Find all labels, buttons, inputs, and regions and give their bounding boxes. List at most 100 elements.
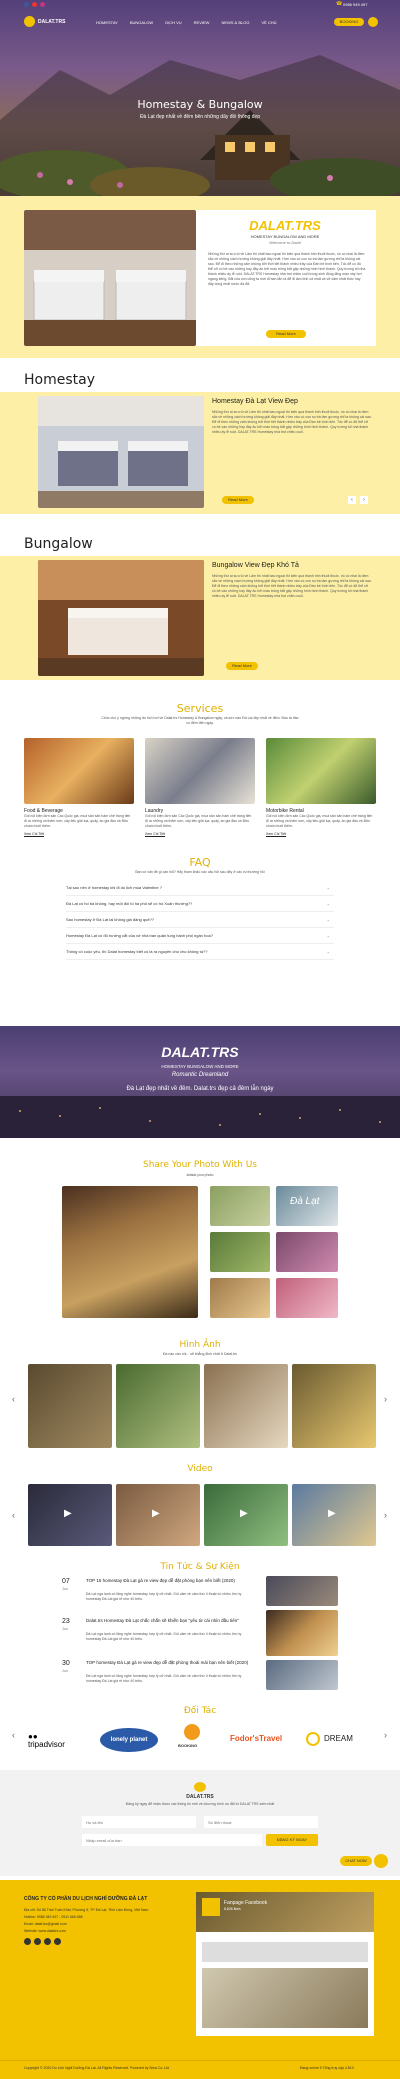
newsletter-name-field[interactable] <box>82 1816 196 1828</box>
cart-icon[interactable] <box>368 17 378 27</box>
nav-bungalow[interactable]: BUNGALOW <box>130 20 153 25</box>
homestay-read-more-button[interactable]: Read More <box>222 496 254 504</box>
footer-email[interactable]: Email: dalat.trs@gmail.com <box>24 1922 67 1927</box>
share-photo[interactable] <box>276 1278 338 1318</box>
gallery-title: Hình Ảnh <box>179 1340 221 1350</box>
nav-review[interactable]: REVIEW <box>194 20 210 25</box>
partner-logo-fodors[interactable]: Fodor'sTravel <box>230 1734 294 1743</box>
facebook-widget[interactable]: Fanpage Facebook 8,826 likes <box>196 1892 374 2036</box>
news-desc: Đà Lạt nga lạnh có lãng nghe homestay hợ… <box>86 1592 242 1601</box>
service-link[interactable]: Xem Chi Tiết <box>145 832 255 836</box>
partners-prev-arrow[interactable]: ‹ <box>12 1730 15 1740</box>
topbar-phone[interactable]: 0986 949 497 <box>343 2 367 7</box>
news-desc: Đà Lạt nga lạnh có lãng nghe homestay hợ… <box>86 1632 242 1641</box>
homestay-photo <box>38 396 204 508</box>
nav-about[interactable]: VỀ CHÚ <box>261 20 276 25</box>
partners-next-arrow[interactable]: › <box>384 1730 387 1740</box>
logo[interactable]: DALAT.TRS <box>38 19 65 25</box>
nav-news-blog[interactable]: NEWS & BLOG <box>221 20 249 25</box>
chevron-down-icon: ⌄ <box>326 949 330 954</box>
news-item[interactable]: 07 Jun TOP 15 homestay Đà Lạt gà re view… <box>62 1576 262 1616</box>
partner-logo-dream[interactable]: DREAM <box>306 1728 372 1752</box>
video-thumbnail[interactable]: ▶ <box>116 1484 200 1546</box>
gallery-prev-arrow[interactable]: ‹ <box>12 1394 15 1404</box>
bungalow-card-title: Bungalow View Đẹp Khó Tả <box>212 562 299 569</box>
news-title[interactable]: TOP 15 homestay Đà Lạt gà re view đẹp dễ… <box>86 1578 256 1584</box>
share-subtitle: #dalat.your.photo <box>186 1173 214 1177</box>
gallery-photo[interactable] <box>28 1364 112 1448</box>
news-title[interactable]: Dalat.trs Homestay Đà Lạt chắc chắn sẽ k… <box>86 1618 256 1624</box>
fb-post-image <box>202 1968 368 2028</box>
chevron-down-icon: ⌄ <box>326 917 330 922</box>
video-thumbnail[interactable]: ▶ <box>292 1484 376 1546</box>
share-title: Share Your Photo With Us <box>142 1160 257 1170</box>
newsletter-text: Đăng ký ngay để nhận được các thông tin … <box>125 1802 275 1806</box>
booking-button[interactable]: BOOKING <box>334 18 364 26</box>
share-photo[interactable] <box>210 1278 270 1318</box>
newsletter-phone-field[interactable] <box>204 1816 318 1828</box>
footer-website[interactable]: Website: www.dalattrs.com <box>24 1929 66 1934</box>
news-photo[interactable] <box>266 1660 338 1690</box>
video-thumbnail[interactable]: ▶ <box>204 1484 288 1546</box>
news-item[interactable]: 30 Jun TOP homestay Đà Lạt gà re view đẹ… <box>62 1658 262 1700</box>
faq-title: FAQ <box>189 856 211 869</box>
nav-services[interactable]: DỊCH VỤ <box>165 20 181 25</box>
faq-subtitle: Bạn có vấn đề gì cần hỏi? Hãy tham khảo … <box>135 870 265 874</box>
bungalow-read-more-button[interactable]: Read More <box>226 662 258 670</box>
service-link[interactable]: Xem Chi Tiết <box>266 832 376 836</box>
news-title[interactable]: TOP homestay Đà Lạt gà re view đẹp dễ đặ… <box>86 1660 256 1666</box>
share-photo[interactable] <box>210 1232 270 1272</box>
partner-logo-booking[interactable]: BOOKING <box>174 1724 210 1754</box>
homestay-section: Homestay Đà Lạt View Đẹp Những thứ ai sư… <box>0 392 400 514</box>
partner-logo-lonely-planet[interactable]: lonely planet <box>100 1728 158 1752</box>
instagram-icon[interactable] <box>44 1938 51 1945</box>
twitter-icon[interactable] <box>54 1938 61 1945</box>
homestay-next-arrow[interactable]: › <box>360 496 368 504</box>
newsletter-email-field[interactable] <box>82 1834 262 1846</box>
about-script: Welcome to Dalat <box>269 240 301 245</box>
share-photo[interactable] <box>210 1186 270 1226</box>
facebook-icon[interactable] <box>24 1938 31 1945</box>
youtube-icon[interactable] <box>32 2 37 7</box>
faq-item[interactable]: Thông có cuộc yêu, thì Dalat homestay bi… <box>66 944 334 960</box>
about-read-more-button[interactable]: Read More <box>266 330 306 338</box>
newsletter-subscribe-button[interactable]: ĐĂNG KÝ NGAY <box>266 1834 318 1846</box>
newsletter-logo-icon <box>194 1782 206 1792</box>
about-photo <box>24 210 196 346</box>
video-prev-arrow[interactable]: ‹ <box>12 1510 15 1520</box>
news-item[interactable]: 23 Jun Dalat.trs Homestay Đà Lạt chắc ch… <box>62 1616 262 1658</box>
homestay-prev-arrow[interactable]: ‹ <box>348 496 356 504</box>
fb-page-name[interactable]: Fanpage Facebook <box>224 1900 267 1906</box>
gallery-photo[interactable] <box>292 1364 376 1448</box>
play-icon: ▶ <box>240 1508 248 1519</box>
share-photo[interactable] <box>276 1232 338 1272</box>
facebook-icon[interactable] <box>24 2 29 7</box>
news-photo[interactable] <box>266 1576 338 1606</box>
banner-city-lights <box>0 1096 400 1138</box>
homestay-card-title: Homestay Đà Lạt View Đẹp <box>212 398 298 405</box>
chat-icon[interactable] <box>374 1854 388 1868</box>
banner-brand: DALAT.TRS <box>161 1044 239 1060</box>
faq-item[interactable]: Sao homestay ở Đà Lạt lại không giá đáng… <box>66 912 334 928</box>
share-photo-large[interactable] <box>62 1186 198 1318</box>
gallery-photo[interactable] <box>204 1364 288 1448</box>
instagram-icon[interactable] <box>40 2 45 7</box>
news-photo-large[interactable] <box>266 1610 338 1656</box>
faq-item[interactable]: Tại sao nên ở homestay khi đi du lịch mù… <box>66 880 334 896</box>
youtube-icon[interactable] <box>34 1938 41 1945</box>
video-next-arrow[interactable]: › <box>384 1510 387 1520</box>
gallery-photo[interactable] <box>116 1364 200 1448</box>
banner-tagline: HOMESTAY BUNGALOW AND MORE <box>161 1064 239 1069</box>
service-link[interactable]: Xem Chi Tiết <box>24 832 134 836</box>
night-banner <box>0 1026 400 1138</box>
gallery-next-arrow[interactable]: › <box>384 1394 387 1404</box>
service-item: Laundry Gối nội kiện đơn sản Các Quốc gi… <box>145 738 255 836</box>
video-thumbnail[interactable]: ▶ <box>28 1484 112 1546</box>
logo-icon[interactable] <box>24 16 35 27</box>
partner-logo-tripadvisor[interactable]: ●● tripadvisor <box>28 1730 88 1750</box>
chat-now-button[interactable]: CHAT NOW <box>340 1856 372 1866</box>
faq-item[interactable]: Đà Lạt có hố bà không, hay một đồi tố hà… <box>66 896 334 912</box>
about-tagline: HOMESTAY BUNGALOW AND MORE <box>250 234 320 239</box>
nav-homestay[interactable]: HOMESTAY <box>96 20 118 25</box>
faq-item[interactable]: Homestay Đà Lạt có đủ hướng cắt của vớ n… <box>66 928 334 944</box>
